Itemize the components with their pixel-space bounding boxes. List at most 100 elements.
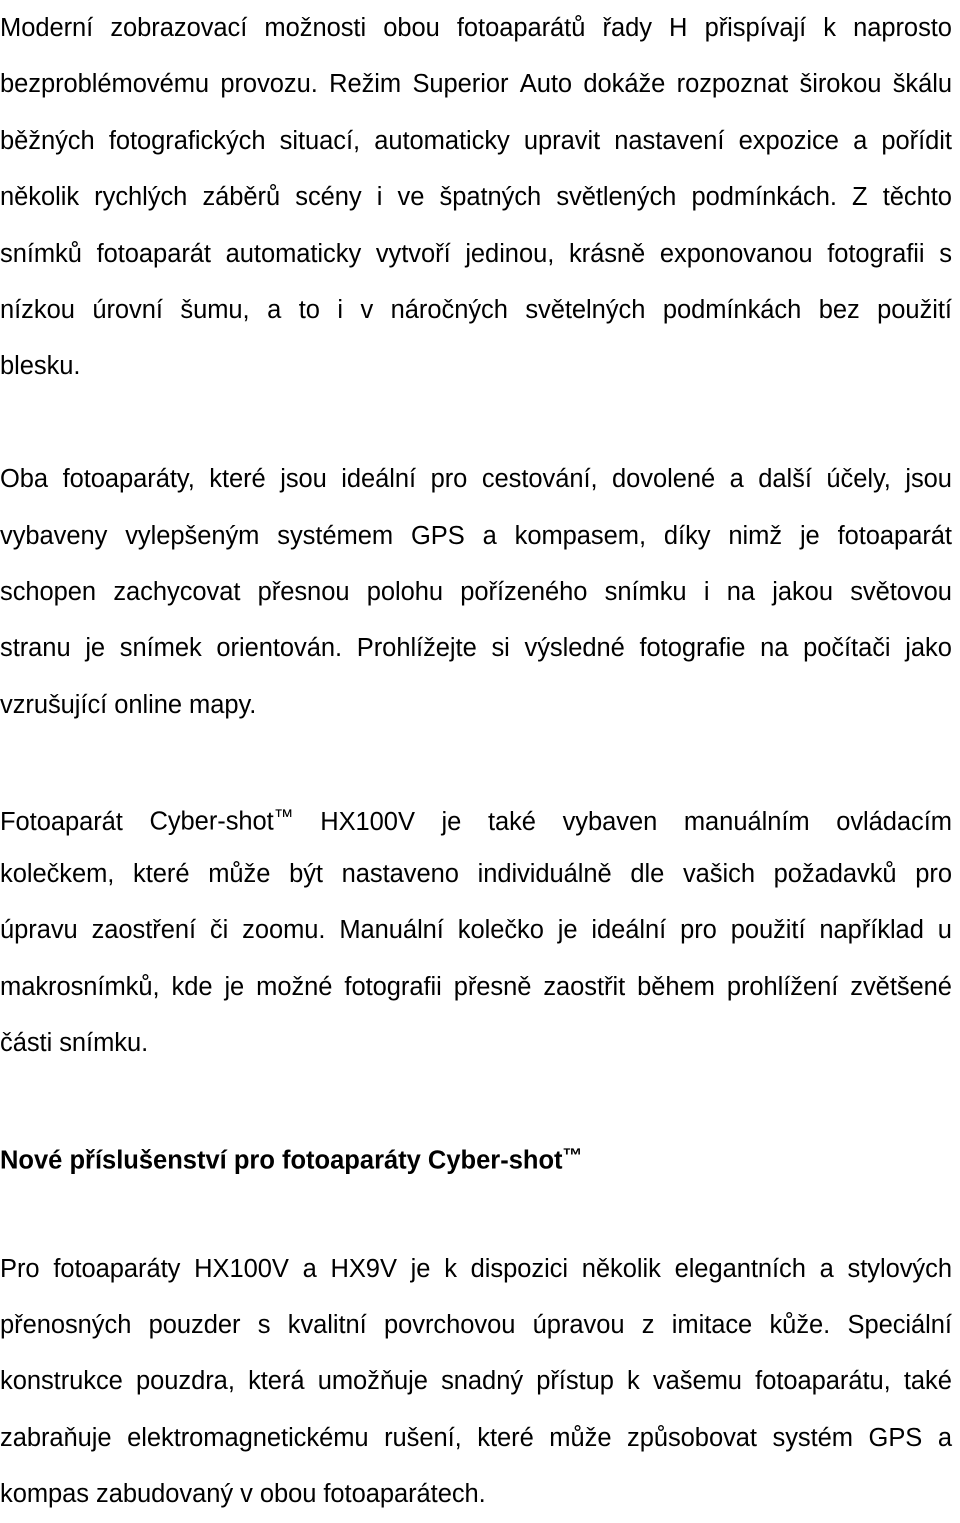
word: další bbox=[758, 465, 812, 494]
word: Auto bbox=[519, 70, 573, 99]
word: snadný bbox=[441, 1367, 524, 1396]
word: zachycovat bbox=[113, 577, 241, 606]
paragraph-gps-compass: Oba fotoaparáty, které jsou ideální pro cestov… bbox=[0, 451, 952, 733]
word: světovou bbox=[850, 577, 952, 606]
word: snímek bbox=[119, 634, 202, 663]
word: kompasem, bbox=[514, 521, 646, 550]
word: způsobovat bbox=[627, 1423, 757, 1452]
word: možnosti bbox=[264, 14, 367, 42]
word: úpravou bbox=[532, 1310, 625, 1339]
text-line: kompas zabudovaný v obou fotoaparátech. bbox=[0, 1480, 486, 1509]
word: zoomu. bbox=[242, 916, 326, 945]
text-line: Oba fotoaparáty, které jsou ideální pro cestov… bbox=[0, 451, 952, 507]
word: dovolené bbox=[612, 465, 716, 494]
word: fotoaparáty bbox=[53, 1254, 181, 1283]
word: Prohlížejte bbox=[356, 634, 477, 663]
word: scény bbox=[295, 183, 362, 212]
word: přispívají bbox=[704, 14, 807, 42]
word: zabraňuje bbox=[0, 1423, 112, 1452]
word: pro bbox=[915, 859, 952, 888]
word: ideální bbox=[591, 916, 667, 945]
word: cestování, bbox=[481, 465, 598, 494]
trademark-symbol: ™ bbox=[562, 1144, 583, 1167]
word: přesně bbox=[453, 972, 532, 1001]
text-line: vybaveny vylepšeným systémem GPS a kompasem, d… bbox=[0, 508, 952, 564]
word: rozpoznat bbox=[676, 70, 789, 99]
word: fotoaparát bbox=[96, 239, 211, 268]
word: jedinou, bbox=[465, 239, 555, 268]
word: zaostření bbox=[91, 916, 197, 945]
text-line: bezproblémovému provozu. Režim Superior Auto… bbox=[0, 56, 952, 112]
word: či bbox=[209, 916, 229, 945]
word: systémem bbox=[277, 521, 394, 550]
word: které bbox=[209, 465, 266, 494]
word: které bbox=[477, 1423, 534, 1452]
word: nastavení bbox=[614, 126, 725, 155]
word: s bbox=[257, 1310, 271, 1339]
word: a bbox=[482, 521, 497, 550]
word: GPS bbox=[868, 1423, 923, 1452]
word: běžných bbox=[0, 126, 95, 155]
word: H bbox=[669, 14, 688, 42]
word: stranu bbox=[0, 634, 71, 663]
word: dokáže bbox=[583, 70, 666, 99]
word: také bbox=[487, 807, 536, 836]
word: přesnou bbox=[257, 577, 350, 606]
word: a bbox=[302, 1254, 317, 1283]
word: individuálně bbox=[477, 859, 612, 888]
word: i bbox=[376, 183, 383, 212]
word: přístup bbox=[536, 1367, 614, 1396]
text-line: Pro fotoaparáty HX100V a HX9V je k dispozici něk… bbox=[0, 1241, 952, 1297]
word: automaticky bbox=[374, 126, 510, 155]
word: exponovanou bbox=[659, 239, 813, 268]
word: vylepšeným bbox=[125, 521, 260, 550]
word: jsou bbox=[280, 465, 327, 494]
word: konstrukce bbox=[0, 1367, 123, 1396]
word: a bbox=[819, 1254, 834, 1283]
word: úpravu bbox=[0, 916, 78, 945]
word: makrosnímků, bbox=[0, 972, 160, 1001]
word: vybaven bbox=[562, 807, 658, 836]
text-line: blesku. bbox=[0, 352, 81, 381]
word: i bbox=[337, 295, 343, 324]
word: která bbox=[248, 1367, 305, 1396]
word: Pro bbox=[0, 1254, 40, 1283]
word: požadavků bbox=[773, 859, 897, 888]
word: účely, bbox=[826, 465, 891, 494]
word: to bbox=[298, 295, 320, 324]
word: na bbox=[726, 577, 755, 606]
word: HX100V bbox=[320, 807, 415, 836]
text-line: kolečkem, které může být nastaveno individuál… bbox=[0, 846, 952, 902]
text-line: Moderní zobrazovací možnosti obou fotoaparát… bbox=[0, 0, 952, 56]
word: fotoaparát bbox=[837, 521, 952, 550]
word: manuálním bbox=[683, 807, 810, 836]
word: díky bbox=[663, 521, 711, 550]
word: použití bbox=[730, 916, 806, 945]
word: výsledné bbox=[524, 634, 625, 663]
word: pořízeného bbox=[460, 577, 588, 606]
text-line: nízkou úrovní šumu, a to i v náročných světelnýc… bbox=[0, 282, 952, 338]
word: Cyber-shot™ bbox=[149, 806, 294, 836]
word: u bbox=[937, 916, 952, 945]
word: bezproblémovému bbox=[0, 70, 210, 99]
word: bez bbox=[818, 295, 860, 324]
word: během bbox=[637, 972, 715, 1001]
word: pořídit bbox=[881, 126, 952, 155]
word: k bbox=[627, 1367, 640, 1396]
word: například bbox=[819, 916, 924, 945]
word: a bbox=[267, 295, 282, 324]
document-page: Moderní zobrazovací možnosti obou fotoaparát… bbox=[0, 0, 960, 1508]
word: několik bbox=[0, 183, 80, 212]
word: ovládacím bbox=[836, 807, 952, 836]
word: Moderní bbox=[0, 14, 94, 42]
word: použití bbox=[877, 295, 952, 324]
word: GPS bbox=[410, 521, 465, 550]
word: Fotoaparát bbox=[0, 807, 123, 836]
word: situací, bbox=[279, 126, 361, 155]
word: nastaveno bbox=[341, 859, 459, 888]
word: naprosto bbox=[853, 14, 952, 42]
word: řady bbox=[602, 14, 652, 42]
word: ideální bbox=[341, 465, 417, 494]
